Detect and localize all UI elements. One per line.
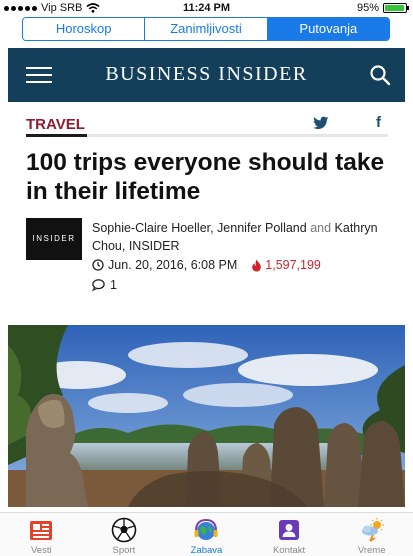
status-bar: Vip SRB 11:24 PM 95% xyxy=(0,0,413,17)
article-hero-image[interactable] xyxy=(8,325,405,507)
site-header: BUSINESS INSIDER xyxy=(8,48,405,102)
segment-horoskop[interactable]: Horoskop xyxy=(23,18,146,40)
contact-card-icon xyxy=(279,520,300,540)
clock-icon xyxy=(92,259,104,271)
tab-vreme[interactable]: Vreme xyxy=(330,513,413,556)
bottom-tab-bar: Vesti Sport Zabava Kontakt Vreme xyxy=(0,512,413,556)
article-category[interactable]: TRAVEL xyxy=(26,116,85,133)
battery-icon xyxy=(383,3,409,13)
article-authors: Sophie-Claire Hoeller, Jennifer Polland … xyxy=(92,219,392,255)
search-icon[interactable] xyxy=(369,64,391,86)
segment-zanimljivosti[interactable]: Zanimljivosti xyxy=(145,18,268,40)
insider-logo: INSIDER xyxy=(26,218,82,260)
weather-icon xyxy=(361,518,384,542)
segment-putovanja[interactable]: Putovanja xyxy=(267,18,389,40)
comment-count: 1 xyxy=(110,278,117,292)
section-segmented-control: Horoskop Zanimljivosti Putovanja xyxy=(22,17,390,41)
brand-logo[interactable]: BUSINESS INSIDER xyxy=(8,63,405,86)
tab-zabava[interactable]: Zabava xyxy=(165,513,248,556)
tab-label-kontakt: Kontakt xyxy=(272,545,306,556)
article-meta: Jun. 20, 2016, 6:08 PM 1,597,199 xyxy=(92,258,321,272)
facebook-icon[interactable]: f xyxy=(376,114,381,131)
authors-names[interactable]: Sophie-Claire Hoeller, Jennifer Polland xyxy=(92,221,307,235)
fire-icon xyxy=(252,259,262,271)
category-underline xyxy=(26,134,87,137)
status-time: 11:24 PM xyxy=(182,2,231,14)
tab-kontakt[interactable]: Kontakt xyxy=(248,513,331,556)
newspaper-icon xyxy=(30,521,53,540)
tab-label-zabava: Zabava xyxy=(190,545,223,556)
battery-percent: 95% xyxy=(356,2,379,14)
comment-icon xyxy=(92,279,105,291)
authors-and: and xyxy=(310,221,332,235)
battery-level-fill xyxy=(385,5,404,11)
view-count: 1,597,199 xyxy=(265,258,321,272)
globe-headphones-icon xyxy=(194,518,218,540)
tab-label-sport: Sport xyxy=(112,545,136,556)
comments-link[interactable]: 1 xyxy=(92,278,117,292)
soccer-ball-icon xyxy=(111,517,137,543)
tab-label-vesti: Vesti xyxy=(30,545,52,556)
article-title: 100 trips everyone should take in their … xyxy=(26,149,385,205)
twitter-icon[interactable] xyxy=(313,116,329,130)
status-right: 95% xyxy=(356,2,409,14)
publish-date: Jun. 20, 2016, 6:08 PM xyxy=(108,258,238,272)
tab-sport[interactable]: Sport xyxy=(83,513,166,556)
tab-vesti[interactable]: Vesti xyxy=(0,513,83,556)
tab-label-vreme: Vreme xyxy=(357,545,386,556)
